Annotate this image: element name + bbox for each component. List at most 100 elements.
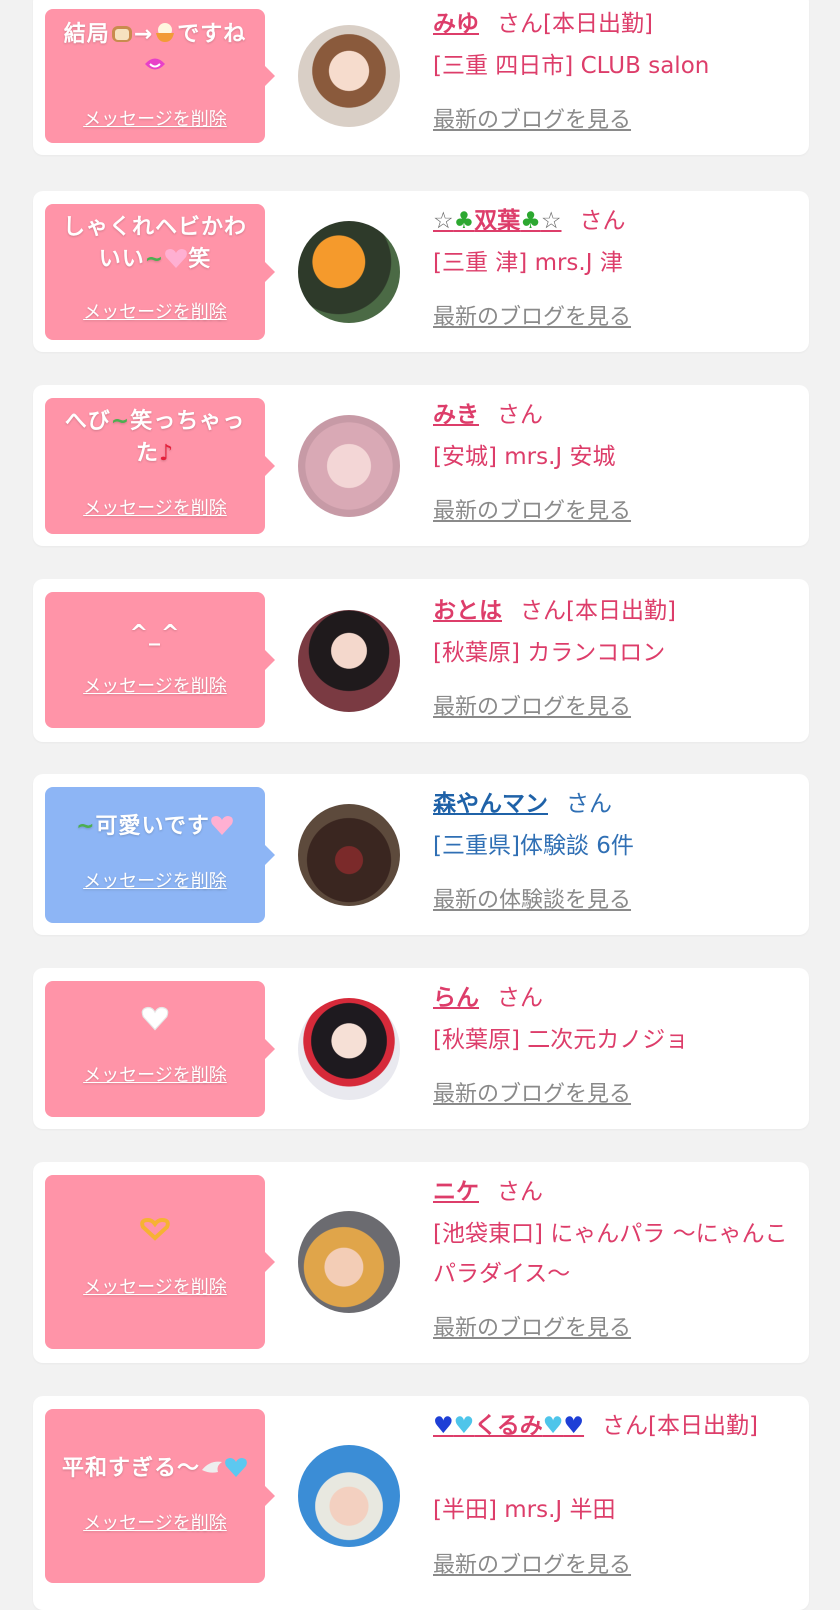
name-line: ♥♥くるみ♥♥ さん[本日出勤] bbox=[433, 1406, 799, 1446]
avatar[interactable] bbox=[298, 998, 400, 1100]
pink-heart-icon bbox=[165, 249, 188, 268]
honorific-status: さん[本日出勤] bbox=[520, 598, 676, 624]
profile-name-link[interactable]: らん bbox=[433, 985, 479, 1011]
profile-name-link[interactable]: ♥♥くるみ♥♥ bbox=[433, 1413, 584, 1439]
avatar[interactable] bbox=[298, 1445, 400, 1547]
delete-message-link[interactable]: メッセージを削除 bbox=[45, 1273, 265, 1299]
profile-name-link[interactable]: おとは bbox=[433, 598, 502, 624]
avatar[interactable] bbox=[298, 804, 400, 906]
sprout-icon: ♣ bbox=[453, 208, 475, 234]
message-text: ^_^ bbox=[129, 621, 181, 646]
name-line: ニケ さん bbox=[433, 1172, 799, 1212]
shop-info: [秋葉原] 二次元カノジョ bbox=[433, 1027, 689, 1053]
profile-name-text: くるみ bbox=[474, 1413, 543, 1439]
latest-blog-link[interactable]: 最新のブログを見る bbox=[433, 1080, 799, 1110]
message-part: 笑 bbox=[188, 247, 212, 272]
light-blue-heart-icon: ♥ bbox=[453, 1413, 475, 1439]
message-bubble: ^_^ メッセージを削除 bbox=[45, 592, 275, 728]
light-blue-heart-icon bbox=[225, 1458, 247, 1477]
name-line: おとは さん[本日出勤] bbox=[433, 591, 799, 631]
profile-name-link[interactable]: みゆ bbox=[433, 11, 479, 37]
delete-message-link[interactable]: メッセージを削除 bbox=[45, 867, 265, 893]
profile-name-link[interactable]: みき bbox=[433, 402, 479, 428]
star-icon: ☆ bbox=[540, 208, 562, 234]
light-blue-heart-icon: ♥ bbox=[542, 1413, 564, 1439]
latest-blog-link[interactable]: 最新のブログを見る bbox=[433, 1551, 799, 1581]
message-text: 平和すぎる〜 bbox=[53, 1453, 257, 1485]
dove-icon bbox=[202, 1461, 222, 1473]
profile-name-link[interactable]: ニケ bbox=[433, 1179, 479, 1205]
delete-message-link[interactable]: メッセージを削除 bbox=[45, 1509, 265, 1535]
latest-review-link[interactable]: 最新の体験談を見る bbox=[433, 886, 799, 916]
message-text: 結局 → ですね bbox=[53, 19, 257, 83]
name-line: みゆ さん[本日出勤] bbox=[433, 4, 799, 44]
delete-message-link[interactable]: メッセージを削除 bbox=[45, 298, 265, 324]
white-heart-icon bbox=[141, 1006, 169, 1031]
message-card: メッセージを削除 ニケ さん [池袋東口] にゃんパラ 〜にゃんこパラダイス〜 最… bbox=[33, 1162, 809, 1363]
message-card: ~可愛いです メッセージを削除 森やんマン さん [三重県]体験談 6件 最新の体… bbox=[33, 774, 809, 935]
message-part: 笑っちゃっ bbox=[130, 409, 246, 434]
star-icon: ☆ bbox=[433, 208, 454, 234]
latest-blog-link[interactable]: 最新のブログを見る bbox=[433, 497, 799, 527]
heart-hands-icon bbox=[140, 1217, 170, 1241]
avatar[interactable] bbox=[298, 610, 400, 712]
message-text: へび~笑っちゃっ た♪ bbox=[53, 406, 257, 470]
message-card: 結局 → ですね メッセージを削除 みゆ さん[本日出勤] [三重 四日市] CLUB… bbox=[33, 0, 809, 155]
latest-blog-link[interactable]: 最新のブログを見る bbox=[433, 303, 799, 333]
message-card: ^_^ メッセージを削除 おとは さん[本日出勤] [秋葉原] カランコロン 最新… bbox=[33, 579, 809, 742]
profile-name-link[interactable]: 森やんマン bbox=[433, 791, 548, 817]
latest-blog-link[interactable]: 最新のブログを見る bbox=[433, 1314, 799, 1344]
message-text bbox=[53, 1217, 257, 1251]
message-part: た bbox=[135, 441, 159, 466]
sprout-icon: ♣ bbox=[520, 208, 541, 234]
shop-info: [三重県]体験談 6件 bbox=[433, 833, 634, 859]
profile-name-link[interactable]: ☆♣双葉♣☆ bbox=[433, 208, 562, 234]
message-card: 平和すぎる〜 メッセージを削除 ♥♥くるみ♥♥ さん[本日出勤] [半田] mrs… bbox=[33, 1396, 809, 1610]
message-bubble: ~可愛いです メッセージを削除 bbox=[45, 787, 275, 923]
snake-icon: ~ bbox=[110, 409, 131, 434]
message-text: ~可愛いです bbox=[53, 811, 257, 843]
message-part: いい bbox=[98, 247, 145, 272]
message-bubble: 平和すぎる〜 メッセージを削除 bbox=[45, 1409, 275, 1583]
message-card: メッセージを削除 らん さん [秋葉原] 二次元カノジョ 最新のブログを見る bbox=[33, 968, 809, 1129]
honorific-status: さん[本日出勤] bbox=[497, 11, 653, 37]
shop-info: [三重 津] mrs.J 津 bbox=[433, 250, 623, 276]
message-card: しゃくれヘビかわ いい~ 笑 メッセージを削除 ☆♣双葉♣☆ さん [三重 津] m… bbox=[33, 191, 809, 352]
delete-message-link[interactable]: メッセージを削除 bbox=[45, 1061, 265, 1087]
profile-name-text: 双葉 bbox=[474, 208, 521, 234]
music-note-icon: ♪ bbox=[158, 441, 175, 466]
message-part: → bbox=[133, 22, 154, 47]
honorific-status: さん bbox=[497, 1179, 543, 1205]
message-bubble: しゃくれヘビかわ いい~ 笑 メッセージを削除 bbox=[45, 204, 275, 340]
avatar[interactable] bbox=[298, 415, 400, 517]
pink-heart-icon bbox=[210, 816, 233, 835]
message-bubble: メッセージを削除 bbox=[45, 1175, 275, 1349]
smiling-face-hearts-icon bbox=[145, 58, 165, 70]
delete-message-link[interactable]: メッセージを削除 bbox=[45, 672, 265, 698]
latest-blog-link[interactable]: 最新のブログを見る bbox=[433, 106, 799, 136]
honorific-status: さん bbox=[497, 985, 543, 1011]
message-part: しゃくれヘビかわ bbox=[62, 215, 247, 240]
snake-icon: ~ bbox=[76, 814, 96, 839]
honorific-status: さん bbox=[566, 791, 612, 817]
shop-info: [安城] mrs.J 安城 bbox=[433, 444, 616, 470]
blue-heart-icon: ♥ bbox=[433, 1413, 454, 1439]
name-line: みき さん bbox=[433, 395, 799, 435]
honorific-status: さん bbox=[579, 208, 626, 234]
message-card: へび~笑っちゃっ た♪ メッセージを削除 みき さん [安城] mrs.J 安城 … bbox=[33, 385, 809, 546]
avatar[interactable] bbox=[298, 221, 400, 323]
latest-blog-link[interactable]: 最新のブログを見る bbox=[433, 693, 799, 723]
name-line: ☆♣双葉♣☆ さん bbox=[433, 201, 799, 241]
rice-bowl-icon bbox=[156, 23, 175, 42]
message-part: 結局 bbox=[63, 22, 110, 47]
avatar[interactable] bbox=[298, 25, 400, 127]
message-text bbox=[53, 1005, 257, 1041]
message-part: 平和すぎる〜 bbox=[61, 1456, 200, 1481]
snake-icon: ~ bbox=[144, 247, 165, 272]
message-bubble: メッセージを削除 bbox=[45, 981, 275, 1117]
delete-message-link[interactable]: メッセージを削除 bbox=[45, 494, 265, 520]
name-line: らん さん bbox=[433, 978, 799, 1018]
avatar[interactable] bbox=[298, 1211, 400, 1313]
delete-message-link[interactable]: メッセージを削除 bbox=[45, 105, 265, 131]
shop-info: [秋葉原] カランコロン bbox=[433, 640, 666, 666]
